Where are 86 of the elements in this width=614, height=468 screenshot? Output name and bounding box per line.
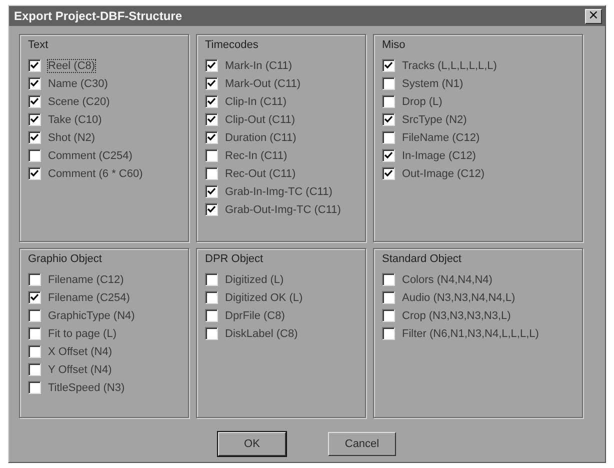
checkbox[interactable] bbox=[205, 309, 218, 322]
checkbox[interactable] bbox=[28, 59, 41, 72]
checkbox-label[interactable]: Comment (6 * C60) bbox=[48, 168, 143, 180]
checkbox[interactable] bbox=[205, 273, 218, 286]
checkbox-label[interactable]: Audio (N3,N3,N4,N4,L) bbox=[402, 292, 516, 304]
checkbox[interactable] bbox=[28, 345, 41, 358]
checkbox-label[interactable]: System (N1) bbox=[402, 78, 464, 90]
checkbox[interactable] bbox=[205, 113, 218, 126]
checkbox-label[interactable]: GraphicType (N4) bbox=[48, 310, 135, 322]
checkbox-label[interactable]: Clip-In (C11) bbox=[225, 96, 287, 108]
checkbox-label[interactable]: Out-Image (C12) bbox=[402, 168, 485, 180]
checkbox[interactable] bbox=[28, 167, 41, 180]
checkbox[interactable] bbox=[205, 77, 218, 90]
checkbox-label[interactable]: In-Image (C12) bbox=[402, 150, 476, 162]
checkbox-label[interactable]: Rec-In (C11) bbox=[225, 150, 288, 162]
group-title: Timecodes bbox=[205, 39, 260, 51]
checkbox-label[interactable]: Digitized (L) bbox=[225, 274, 284, 286]
checkbox[interactable] bbox=[28, 273, 41, 286]
checkbox-label[interactable]: Filename (C12) bbox=[48, 274, 124, 286]
checkbox[interactable] bbox=[205, 327, 218, 340]
checkbox[interactable] bbox=[382, 95, 395, 108]
checkbox-label[interactable]: Clip-Out (C11) bbox=[225, 114, 296, 126]
checkbox-label[interactable]: Duration (C11) bbox=[225, 132, 296, 144]
checkbox[interactable] bbox=[28, 291, 41, 304]
checkbox-label[interactable]: Grab-In-Img-TC (C11) bbox=[225, 186, 332, 198]
checkbox[interactable] bbox=[28, 131, 41, 144]
checkbox-label[interactable]: DprFile (C8) bbox=[225, 310, 285, 322]
checkbox-label[interactable]: SrcType (N2) bbox=[402, 114, 467, 126]
checkbox-label[interactable]: X Offset (N4) bbox=[48, 346, 112, 358]
checkbox-label[interactable]: Shot (N2) bbox=[48, 132, 96, 144]
checkbox[interactable] bbox=[382, 273, 395, 286]
group-title: Miso bbox=[382, 39, 406, 51]
checkbox-label[interactable]: Name (C30) bbox=[48, 78, 108, 90]
checkbox[interactable] bbox=[28, 381, 41, 394]
checkbox[interactable] bbox=[382, 149, 395, 162]
checkbox[interactable] bbox=[382, 77, 395, 90]
checkbox-label[interactable]: Reel (C8) bbox=[48, 60, 96, 72]
close-button[interactable]: × bbox=[585, 8, 602, 24]
checkbox[interactable] bbox=[382, 309, 395, 322]
checkbox[interactable] bbox=[28, 309, 41, 322]
checkbox-label[interactable]: Filter (N6,N1,N3,N4,L,L,L,L) bbox=[402, 328, 539, 340]
checkbox[interactable] bbox=[382, 291, 395, 304]
checkbox-label[interactable]: Mark-In (C11) bbox=[225, 60, 292, 72]
checkbox-label[interactable]: Mark-Out (C11) bbox=[225, 78, 301, 90]
checkbox-label[interactable]: Grab-Out-Img-TC (C11) bbox=[225, 204, 341, 216]
checkbox-label[interactable]: DiskLabel (C8) bbox=[225, 328, 298, 340]
checkbox[interactable] bbox=[28, 95, 41, 108]
group-title: DPR Object bbox=[205, 253, 264, 265]
checkbox[interactable] bbox=[382, 113, 395, 126]
group-title: Text bbox=[28, 39, 50, 51]
checkbox[interactable] bbox=[205, 95, 218, 108]
checkbox[interactable] bbox=[205, 185, 218, 198]
checkbox[interactable] bbox=[382, 59, 395, 72]
group-title: Graphio Object bbox=[28, 253, 103, 265]
checkbox-label[interactable]: Fit to page (L) bbox=[48, 328, 116, 340]
checkbox[interactable] bbox=[205, 291, 218, 304]
checkbox[interactable] bbox=[205, 149, 218, 162]
checkbox-label[interactable]: Crop (N3,N3,N3,N3,L) bbox=[402, 310, 511, 322]
dialog-button[interactable]: OK bbox=[218, 432, 286, 456]
checkbox-label[interactable]: Take (C10) bbox=[48, 114, 102, 126]
dialog-button[interactable]: Cancel bbox=[328, 432, 396, 456]
checkbox[interactable] bbox=[28, 77, 41, 90]
checkbox-label[interactable]: Drop (L) bbox=[402, 96, 442, 108]
window-title: Export Project-DBF-Structure bbox=[14, 9, 182, 23]
checkbox[interactable] bbox=[382, 131, 395, 144]
checkbox-label[interactable]: Colors (N4,N4,N4) bbox=[402, 274, 492, 286]
checkbox[interactable] bbox=[382, 167, 395, 180]
group-title: Standard Object bbox=[382, 253, 462, 265]
checkbox[interactable] bbox=[28, 327, 41, 340]
checkbox[interactable] bbox=[205, 131, 218, 144]
checkbox-label[interactable]: Scene (C20) bbox=[48, 96, 110, 108]
checkbox-label[interactable]: Rec-Out (C11) bbox=[225, 168, 296, 180]
checkbox-label[interactable]: Tracks (L,L,L,L,L,L) bbox=[402, 60, 497, 72]
checkbox-label[interactable]: Y Offset (N4) bbox=[48, 364, 112, 376]
checkbox[interactable] bbox=[205, 167, 218, 180]
checkbox-label[interactable]: Comment (C254) bbox=[48, 150, 132, 162]
checkbox[interactable] bbox=[382, 327, 395, 340]
checkbox[interactable] bbox=[28, 363, 41, 376]
checkbox-label[interactable]: FileName (C12) bbox=[402, 132, 480, 144]
checkbox[interactable] bbox=[28, 149, 41, 162]
checkbox[interactable] bbox=[205, 59, 218, 72]
checkbox-label[interactable]: TitleSpeed (N3) bbox=[48, 382, 125, 394]
checkbox-label[interactable]: Digitized OK (L) bbox=[225, 292, 303, 304]
checkbox[interactable] bbox=[28, 113, 41, 126]
checkbox[interactable] bbox=[205, 203, 218, 216]
checkbox-label[interactable]: Filename (C254) bbox=[48, 292, 130, 304]
